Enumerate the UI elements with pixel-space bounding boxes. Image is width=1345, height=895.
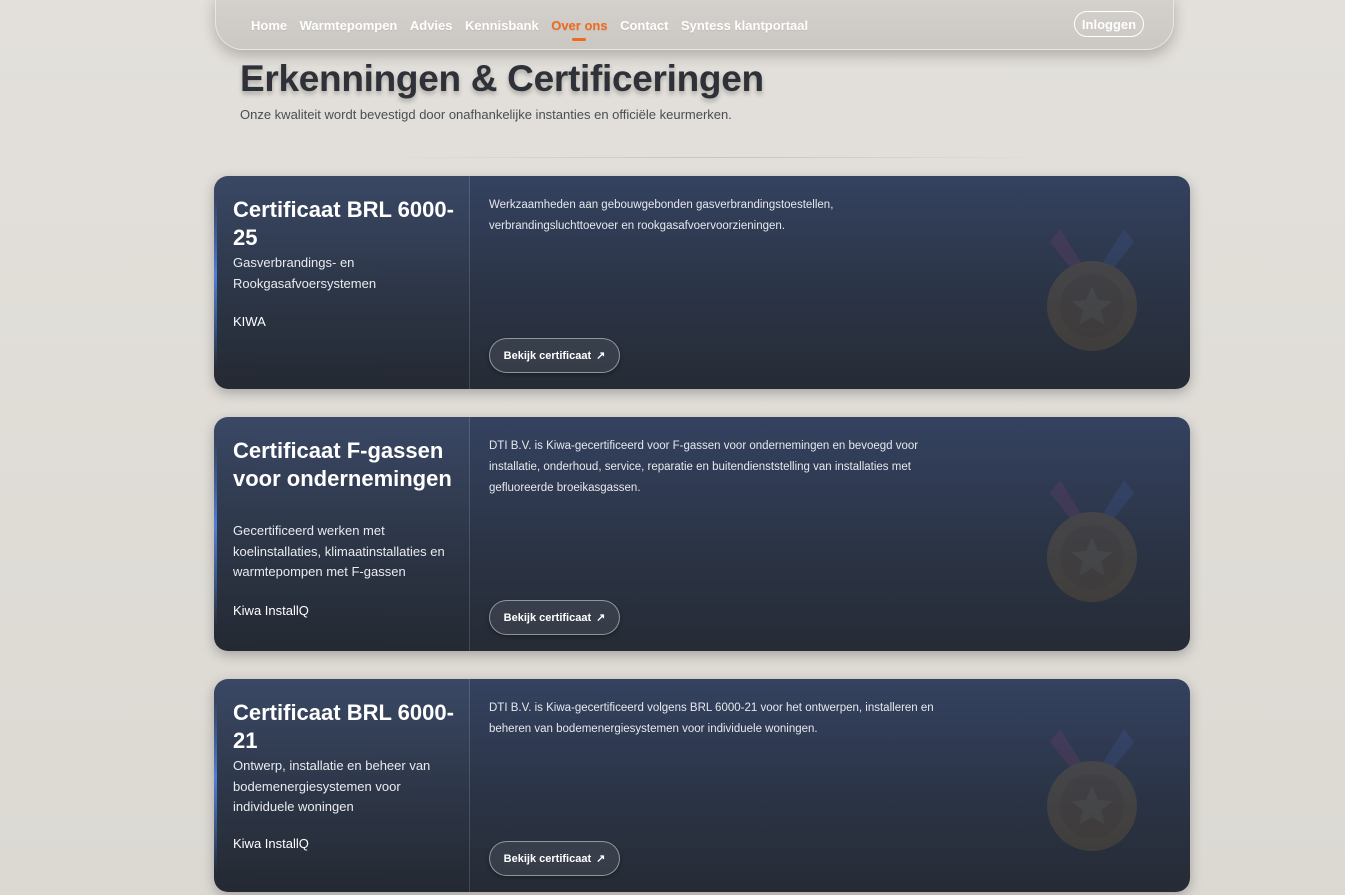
certificate-card-brl-6000-25: Certificaat BRL 6000-25 Gasverbrandings-… (214, 176, 1190, 389)
section-divider (380, 157, 1055, 158)
view-certificate-button[interactable]: Bekijk certificaat ↗ (489, 600, 620, 635)
certificate-subtitle: Gecertificeerd werken met koelinstallati… (233, 523, 445, 579)
certificate-description: Werkzaamheden aan gebouwgebonden gasverb… (489, 199, 834, 232)
medal-icon (1047, 229, 1137, 351)
card-accent-line (214, 440, 217, 628)
card-left-panel: Certificaat BRL 6000-21 Ontwerp, install… (214, 679, 470, 892)
certificate-subtitle: Gasverbrandings- en Rookgasafvoersysteme… (233, 255, 377, 291)
certificate-title: Certificaat BRL 6000-21 (233, 700, 454, 753)
external-link-arrow-icon: ↗ (596, 350, 606, 362)
nav-link-contact[interactable]: Contact (620, 18, 668, 33)
card-accent-line (214, 197, 217, 368)
nav-link-home[interactable]: Home (251, 18, 287, 33)
card-accent-line (214, 700, 217, 871)
login-button[interactable]: Inloggen (1074, 11, 1144, 37)
view-certificate-label: Bekijk certificaat (503, 349, 592, 362)
nav-link-over-ons[interactable]: Over ons (551, 18, 607, 33)
view-certificate-button[interactable]: Bekijk certificaat ↗ (489, 338, 620, 373)
certificate-title: Certificaat F-gassen voor ondernemingen (233, 438, 452, 491)
nav-link-kennisbank[interactable]: Kennisbank (465, 18, 539, 33)
top-navigation-bar: Home Warmtepompen Advies Kennisbank Over… (215, 0, 1174, 50)
page-title: Erkenningen & Certificeringen (240, 58, 764, 99)
page-subtitle: Onze kwaliteit wordt bevestigd door onaf… (240, 107, 732, 122)
external-link-arrow-icon: ↗ (596, 612, 606, 624)
card-left-panel: Certificaat BRL 6000-25 Gasverbrandings-… (214, 176, 470, 389)
nav-link-advies[interactable]: Advies (410, 18, 453, 33)
nav-link-syntess-klantportaal[interactable]: Syntess klantportaal (681, 18, 808, 33)
certificate-card-f-gassen: Certificaat F-gassen voor ondernemingen … (214, 417, 1190, 651)
active-nav-indicator (572, 38, 587, 41)
certificate-title: Certificaat BRL 6000-25 (233, 197, 454, 250)
certificate-card-brl-6000-21: Certificaat BRL 6000-21 Ontwerp, install… (214, 679, 1190, 892)
external-link-arrow-icon: ↗ (596, 853, 606, 865)
certificate-issuer: Kiwa InstallQ (233, 836, 309, 851)
certificate-description: DTI B.V. is Kiwa-gecertificeerd voor F-g… (489, 440, 919, 494)
nav-link-warmtepompen[interactable]: Warmtepompen (300, 18, 398, 33)
view-certificate-button[interactable]: Bekijk certificaat ↗ (489, 841, 620, 876)
card-left-panel: Certificaat F-gassen voor ondernemingen … (214, 417, 470, 651)
view-certificate-label: Bekijk certificaat (503, 852, 592, 865)
medal-icon (1047, 480, 1137, 602)
certificate-description: DTI B.V. is Kiwa-gecertificeerd volgens … (489, 702, 934, 735)
certificate-subtitle: Ontwerp, installatie en beheer van bodem… (233, 758, 431, 814)
nav-links: Home Warmtepompen Advies Kennisbank Over… (251, 18, 821, 41)
view-certificate-label: Bekijk certificaat (503, 611, 592, 624)
certificate-issuer: KIWA (233, 314, 266, 329)
medal-icon (1047, 729, 1137, 851)
nav-link-over-ons-wrapper[interactable]: Over ons (551, 18, 608, 41)
certificate-issuer: Kiwa InstallQ (233, 603, 309, 618)
